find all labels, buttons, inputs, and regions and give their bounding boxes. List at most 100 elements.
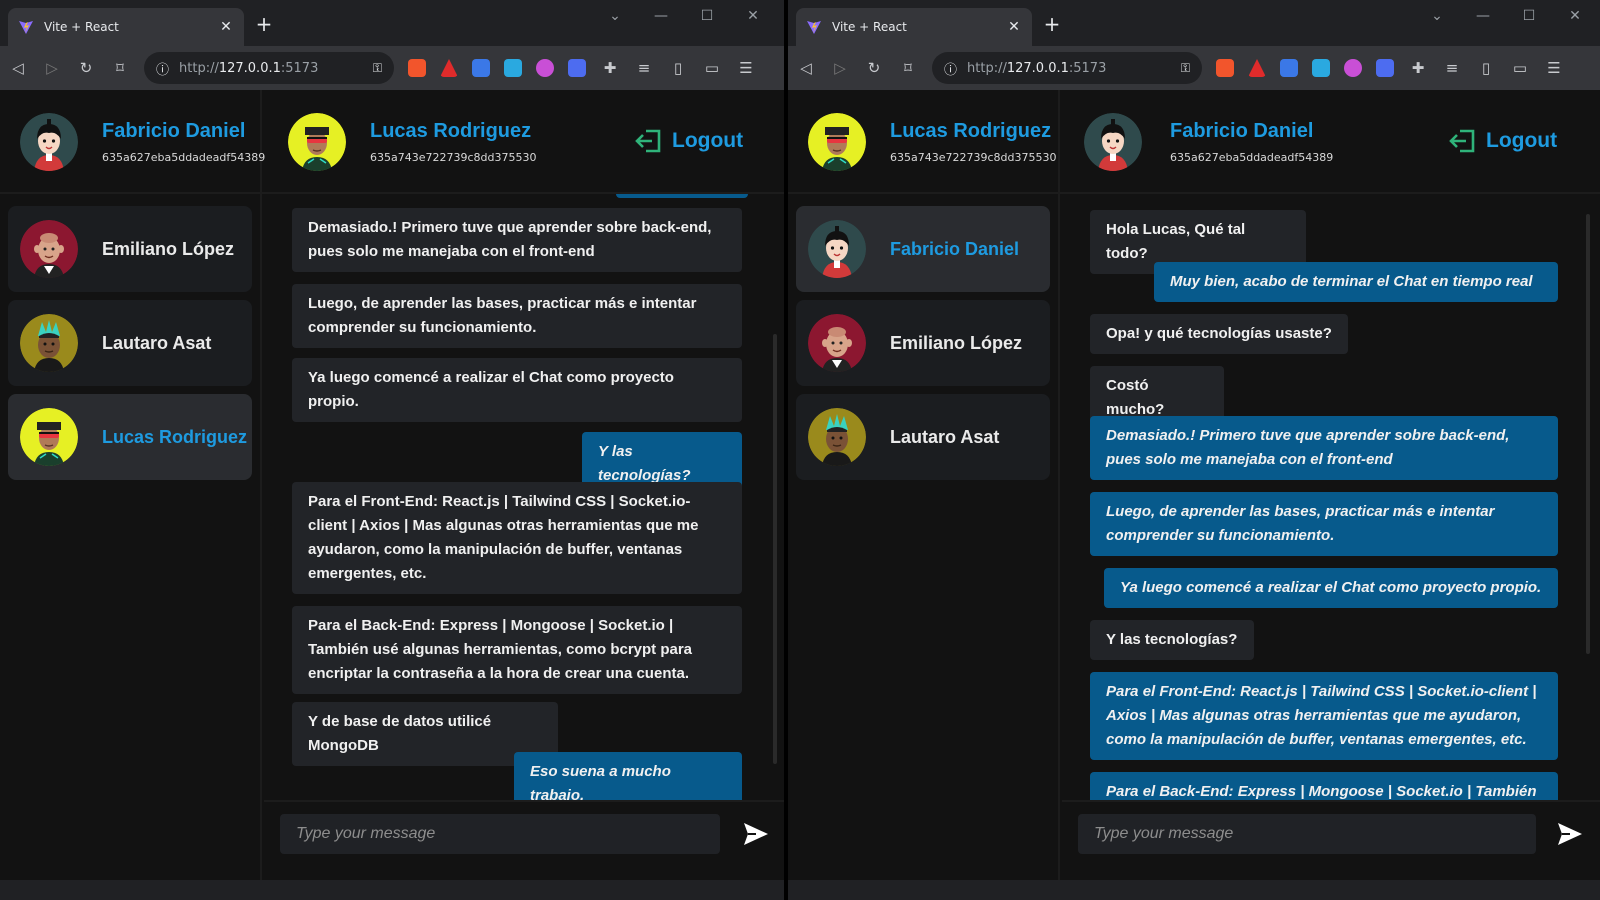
contacts-sidebar: Emiliano López Lautaro Asat Lucas Rodrig… [0,194,262,900]
message-bubble: Para el Back-End: Express | Mongoose | S… [292,606,742,694]
tab-search-icon[interactable]: ⌄ [606,8,624,24]
logout-label: Logout [1486,129,1558,152]
browser-toolbar: ◁ ▷ ↻ ⌑ ⓘ http://127.0.0.1:5173 ⚿ ✚ ≡ ▯ … [0,46,784,90]
info-icon[interactable]: ⓘ [944,59,957,78]
message-bubble: Opa! y qué tecnologías usaste? [1090,314,1348,354]
minimize-icon[interactable]: — [1474,8,1492,24]
logout-icon [634,126,664,156]
address-bar[interactable]: ⓘ http://127.0.0.1:5173 ⚿ [144,52,394,84]
menu-icon[interactable]: ☰ [1544,59,1564,77]
brave-shield-icon[interactable] [408,59,426,77]
url-scheme: http:// [967,60,1007,76]
reload-icon[interactable]: ↻ [76,59,96,77]
puzzle-icon[interactable]: ✚ [1408,59,1428,77]
message-bubble: Y las tecnologías? [1090,620,1254,660]
bookmark-icon[interactable]: ⌑ [110,59,130,77]
browser-toolbar: ◁ ▷ ↻ ⌑ ⓘ http://127.0.0.1:5173 ⚿ ✚ ≡ ▯ … [788,46,1600,90]
browser-tab[interactable]: Vite + React ✕ [8,8,244,46]
scrollbar[interactable] [773,334,777,764]
forward-icon[interactable]: ▷ [42,59,62,77]
extension-icon[interactable] [1376,59,1394,77]
message-bubble: Demasiado.! Primero tuve que aprender so… [292,208,742,272]
reading-list-icon[interactable]: ≡ [634,59,654,77]
contact-name: Lautaro Asat [102,332,212,353]
message-list[interactable]: Demasiado.! Primero tuve que aprender so… [264,194,784,848]
avatar [20,113,78,171]
contacts-sidebar: Fabricio Daniel Emiliano López Lautaro A… [788,194,1060,900]
reload-icon[interactable]: ↻ [864,59,884,77]
brave-shield-icon[interactable] [1216,59,1234,77]
contact-item-lucas[interactable]: Lucas Rodriguez [8,394,252,480]
current-user: Fabricio Daniel 635a627eba5ddadeadf54389 [0,90,266,194]
forward-icon[interactable]: ▷ [830,59,850,77]
contact-item-emiliano[interactable]: Emiliano López [8,206,252,292]
logout-label: Logout [672,129,744,152]
tab-title: Vite + React [832,20,907,34]
chat-partner: Lucas Rodriguez 635a743e722739c8dd375530 [288,90,537,194]
extension-icon[interactable] [1344,59,1362,77]
wallet-icon[interactable]: ▭ [1510,59,1530,77]
key-icon[interactable]: ⚿ [1181,61,1190,76]
menu-icon[interactable]: ☰ [736,59,756,77]
wallet-icon[interactable]: ▭ [702,59,722,77]
close-window-icon[interactable]: ✕ [744,8,762,24]
new-tab-button[interactable]: + [252,12,276,36]
puzzle-icon[interactable]: ✚ [600,59,620,77]
current-user-name: Fabricio Daniel [102,120,246,142]
chat-partner-id: 635a743e722739c8dd375530 [370,151,537,164]
tab-title: Vite + React [44,20,119,34]
sidebar-icon[interactable]: ▯ [668,59,688,77]
info-icon[interactable]: ⓘ [156,59,169,78]
extension-icon[interactable] [536,59,554,77]
status-strip [0,880,784,900]
minimize-icon[interactable]: — [652,8,670,24]
logout-button[interactable]: Logout [634,126,743,156]
brave-rewards-icon[interactable] [440,59,458,77]
send-button-icon[interactable] [742,820,770,848]
scrollbar[interactable] [1586,214,1590,654]
extension-icon[interactable] [568,59,586,77]
send-button-icon[interactable] [1556,820,1584,848]
message-input[interactable] [1078,814,1536,854]
status-strip [788,880,1600,900]
message-list[interactable]: Hola Lucas, Qué tal todo? Muy bien, acab… [1062,194,1600,848]
contact-item-lautaro[interactable]: Lautaro Asat [796,394,1050,480]
chat-partner-name: Fabricio Daniel [1170,120,1314,142]
new-tab-button[interactable]: + [1040,12,1064,36]
tab-close-icon[interactable]: ✕ [1006,19,1022,35]
reading-list-icon[interactable]: ≡ [1442,59,1462,77]
extension-icon[interactable] [1312,59,1330,77]
bookmark-icon[interactable]: ⌑ [898,59,918,77]
message-bubble: Para el Front-End: React.js | Tailwind C… [292,482,742,594]
maximize-icon[interactable]: ☐ [1520,8,1538,24]
translate-extension-icon[interactable] [1280,59,1298,77]
contact-name: Emiliano López [890,332,1023,353]
back-icon[interactable]: ◁ [796,59,816,77]
contact-item-emiliano[interactable]: Emiliano López [796,300,1050,386]
browser-tab[interactable]: Vite + React ✕ [796,8,1032,46]
current-user-id: 635a627eba5ddadeadf54389 [102,151,266,164]
extension-icon[interactable] [504,59,522,77]
contact-name: Fabricio Daniel [890,238,1020,259]
maximize-icon[interactable]: ☐ [698,8,716,24]
translate-extension-icon[interactable] [472,59,490,77]
contact-item-lautaro[interactable]: Lautaro Asat [8,300,252,386]
back-icon[interactable]: ◁ [8,59,28,77]
key-icon[interactable]: ⚿ [373,61,382,76]
address-bar[interactable]: ⓘ http://127.0.0.1:5173 ⚿ [932,52,1202,84]
tab-strip: Vite + React ✕ + ⌄ — ☐ ✕ [0,0,784,46]
close-window-icon[interactable]: ✕ [1566,8,1584,24]
brave-rewards-icon[interactable] [1248,59,1266,77]
sidebar-icon[interactable]: ▯ [1476,59,1496,77]
chat-partner: Fabricio Daniel 635a627eba5ddadeadf54389 [1084,90,1333,194]
contact-item-fabricio[interactable]: Fabricio Daniel [796,206,1050,292]
url-host: 127.0.0.1 [218,60,281,76]
message-bubble: Demasiado.! Primero tuve que aprender so… [1090,416,1558,480]
app-header: Lucas Rodriguez 635a743e722739c8dd375530… [788,90,1600,194]
tab-close-icon[interactable]: ✕ [218,19,234,35]
logout-button[interactable]: Logout [1448,126,1557,156]
avatar [20,408,78,466]
current-user-id: 635a743e722739c8dd375530 [890,151,1057,164]
tab-search-icon[interactable]: ⌄ [1428,8,1446,24]
message-input[interactable] [280,814,720,854]
